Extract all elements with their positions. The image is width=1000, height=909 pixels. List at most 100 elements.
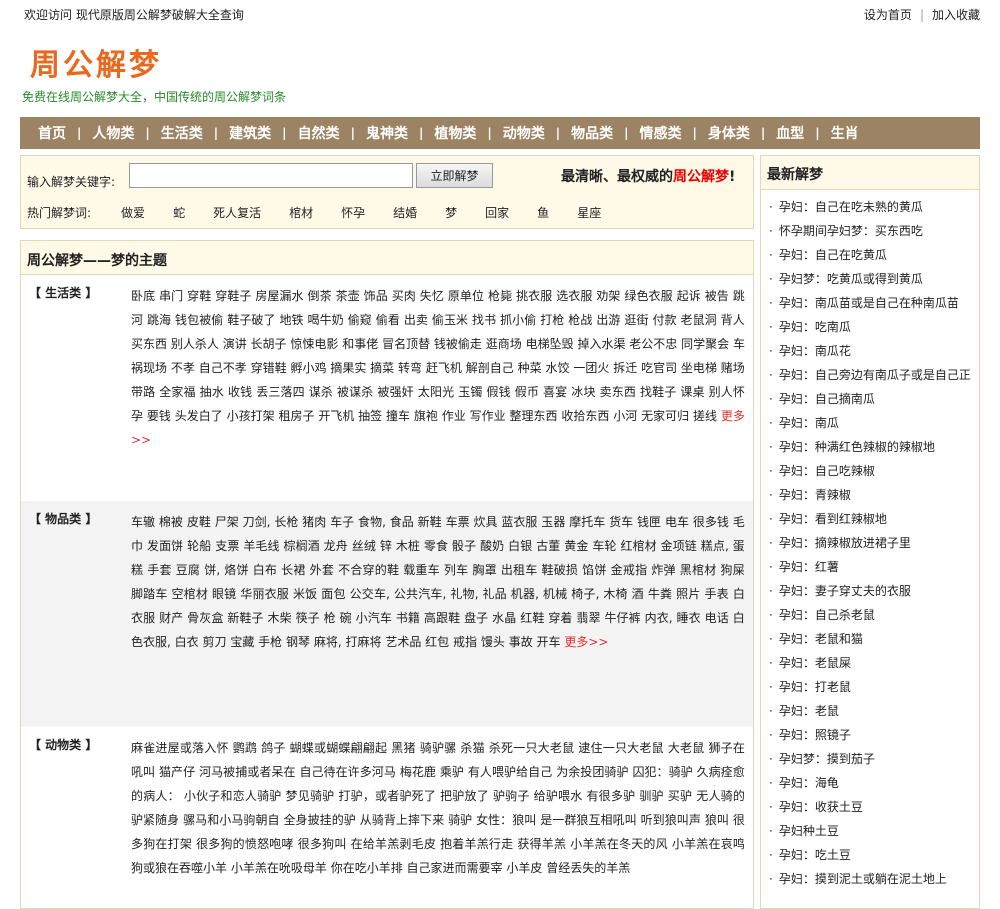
dream-keyword-link[interactable]: 驴驹子: [493, 789, 530, 803]
dream-keyword-link[interactable]: 失忆: [420, 289, 444, 303]
dream-keyword-link[interactable]: 和事佬: [342, 337, 378, 351]
dream-keyword-link[interactable]: 喝牛奶: [308, 313, 344, 327]
latest-dream-link[interactable]: 孕妇：老鼠屎: [779, 656, 851, 670]
latest-dream-link[interactable]: 孕妇：妻子穿丈夫的衣服: [779, 584, 911, 598]
latest-dream-link[interactable]: 孕妇：自己在吃黄瓜: [779, 248, 887, 262]
dream-keyword-link[interactable]: 穿着: [548, 611, 572, 625]
latest-dream-item[interactable]: · 孕妇：摘辣椒放进裙子里: [767, 531, 973, 555]
dream-keyword-link[interactable]: 全身披挂的驴: [284, 813, 356, 827]
dream-keyword-link[interactable]: 丝绒: [352, 539, 376, 553]
dream-keyword-link[interactable]: 赶飞机: [426, 361, 462, 375]
nav-item[interactable]: 血型: [776, 123, 804, 143]
dream-keyword-link[interactable]: 锌: [380, 539, 392, 553]
dream-keyword-link[interactable]: 原单位: [448, 289, 484, 303]
dream-keyword-link[interactable]: 车票: [446, 515, 470, 529]
dream-keyword-link[interactable]: 脚踏车: [131, 587, 168, 601]
nav-item[interactable]: 建筑类: [229, 123, 271, 143]
dream-keyword-link[interactable]: 摘果实: [330, 361, 366, 375]
dream-keyword-link[interactable]: 演讲: [223, 337, 247, 351]
dream-keyword-link[interactable]: 卖东西: [600, 385, 636, 399]
dream-keyword-link[interactable]: 有人喂驴给自己: [468, 765, 552, 779]
dream-keyword-link[interactable]: 狗屎: [720, 563, 744, 577]
dream-keyword-link[interactable]: 找书: [472, 313, 496, 327]
dream-keyword-link[interactable]: 米饭: [293, 587, 317, 601]
dream-keyword-link[interactable]: 整理东西: [509, 409, 557, 423]
dream-keyword-link[interactable]: 带路: [131, 385, 155, 399]
dream-keyword-link[interactable]: 电话: [705, 611, 729, 625]
dream-keyword-link[interactable]: 是一群狼互相吼叫: [540, 813, 637, 827]
dream-keyword-link[interactable]: 女性：狼叫: [476, 813, 536, 827]
latest-dream-item[interactable]: · 孕妇：自己在吃黄瓜: [767, 243, 973, 267]
dream-keyword-link[interactable]: 外套: [310, 563, 334, 577]
latest-dream-link[interactable]: 孕妇：吃土豆: [779, 848, 851, 862]
nav-item[interactable]: 生活类: [161, 123, 203, 143]
nav-item[interactable]: 人物类: [92, 123, 134, 143]
dream-keyword-link[interactable]: 要钱: [147, 409, 171, 423]
dream-keyword-link[interactable]: 开车: [537, 635, 561, 649]
dream-keyword-link[interactable]: 钱匣: [637, 515, 661, 529]
dream-keyword-link[interactable]: 鞋子破了: [227, 313, 275, 327]
dream-keyword-link[interactable]: 拆迁: [613, 361, 637, 375]
dream-keyword-link[interactable]: 倒茶: [308, 289, 332, 303]
hot-keyword-link[interactable]: 梦: [445, 204, 457, 221]
dream-keyword-link[interactable]: 很多狗叫: [298, 837, 347, 851]
latest-dream-item[interactable]: · 孕妇：收获土豆: [767, 795, 973, 819]
dream-keyword-link[interactable]: 骑驴骡: [420, 741, 457, 755]
dream-keyword-link[interactable]: 电梯坠毁: [526, 337, 574, 351]
nav-item[interactable]: 植物类: [434, 123, 476, 143]
latest-dream-item[interactable]: · 孕妇：红薯: [767, 555, 973, 579]
dream-keyword-link[interactable]: 刀剑, 长枪: [243, 515, 299, 529]
dream-keyword-link[interactable]: 逛街: [624, 313, 648, 327]
latest-dream-item[interactable]: · 孕妇种土豆: [767, 819, 973, 843]
dream-keyword-link[interactable]: 买驴: [668, 789, 692, 803]
dream-keyword-link[interactable]: 抽签: [358, 409, 382, 423]
dream-keyword-link[interactable]: 艺术品: [385, 635, 421, 649]
dream-keyword-link[interactable]: 买肉: [392, 289, 416, 303]
dream-keyword-link[interactable]: 手套: [147, 563, 171, 577]
latest-dream-link[interactable]: 孕妇：自己在吃未熟的黄瓜: [779, 200, 923, 214]
dream-keyword-link[interactable]: 筷子: [296, 611, 320, 625]
latest-dream-item[interactable]: · 孕妇：看到红辣椒地: [767, 507, 973, 531]
latest-dream-link[interactable]: 孕妇：海龟: [779, 776, 839, 790]
nav-item[interactable]: 动物类: [503, 123, 545, 143]
dream-keyword-link[interactable]: 出游: [596, 313, 620, 327]
dream-keyword-link[interactable]: 馒头: [481, 635, 505, 649]
dream-keyword-link[interactable]: 谋杀: [309, 385, 333, 399]
dream-keyword-link[interactable]: 炸弹: [651, 563, 675, 577]
latest-dream-item[interactable]: · 孕妇梦：吃黄瓜或得到黄瓜: [767, 267, 973, 291]
dream-keyword-link[interactable]: 找鞋子: [640, 385, 676, 399]
more-link[interactable]: 更多>>: [564, 635, 608, 649]
latest-dream-link[interactable]: 孕妇：摸到泥土或躺在泥土地上: [779, 872, 947, 886]
hot-keyword-link[interactable]: 死人复活: [213, 204, 261, 221]
dream-keyword-link[interactable]: 打驴，或者驴死了: [338, 789, 436, 803]
dream-keyword-link[interactable]: 很多狗的愤怒咆哮: [196, 837, 294, 851]
dream-keyword-link[interactable]: 车子: [330, 515, 354, 529]
dream-keyword-link[interactable]: 获得羊羔: [517, 837, 566, 851]
latest-dream-item[interactable]: · 孕妇：自己在吃未熟的黄瓜: [767, 195, 973, 219]
dream-keyword-link[interactable]: 酒: [632, 587, 644, 601]
dream-keyword-link[interactable]: 小羊羔在吮吸母羊: [231, 861, 327, 875]
dream-keyword-link[interactable]: 买东西: [131, 337, 167, 351]
dream-keyword-link[interactable]: 华丽衣服: [240, 587, 289, 601]
latest-dream-link[interactable]: 孕妇：自己旁边有南瓜子或是自己正: [779, 368, 971, 382]
dream-keyword-link[interactable]: 牛粪: [648, 587, 672, 601]
dream-keyword-link[interactable]: 碗: [340, 611, 352, 625]
category-name[interactable]: 【 动物类 】: [21, 733, 131, 908]
dream-keyword-link[interactable]: 假钱: [487, 385, 511, 399]
dream-keyword-link[interactable]: 枪毙: [488, 289, 512, 303]
dream-keyword-link[interactable]: 皮鞋: [187, 515, 211, 529]
hot-keyword-link[interactable]: 怀孕: [341, 204, 365, 221]
dream-keyword-link[interactable]: 椅子, 木椅: [571, 587, 627, 601]
latest-dream-item[interactable]: · 怀孕期间孕妇梦：买东西吃: [767, 219, 973, 243]
dream-keyword-link[interactable]: 挑衣服: [516, 289, 552, 303]
latest-dream-link[interactable]: 孕妇：老鼠和猫: [779, 632, 863, 646]
dream-keyword-link[interactable]: 水饺: [545, 361, 569, 375]
dream-keyword-link[interactable]: 蓝衣服: [501, 515, 537, 529]
dream-keyword-link[interactable]: 白银: [508, 539, 532, 553]
dream-keyword-link[interactable]: 不孝: [171, 361, 195, 375]
dream-keyword-link[interactable]: 轮船: [187, 539, 211, 553]
dream-keyword-link[interactable]: 羊毛线: [243, 539, 279, 553]
latest-dream-item[interactable]: · 孕妇：打老鼠: [767, 675, 973, 699]
latest-dream-link[interactable]: 孕妇：照镜子: [779, 728, 851, 742]
dream-keyword-link[interactable]: 开飞机: [318, 409, 354, 423]
